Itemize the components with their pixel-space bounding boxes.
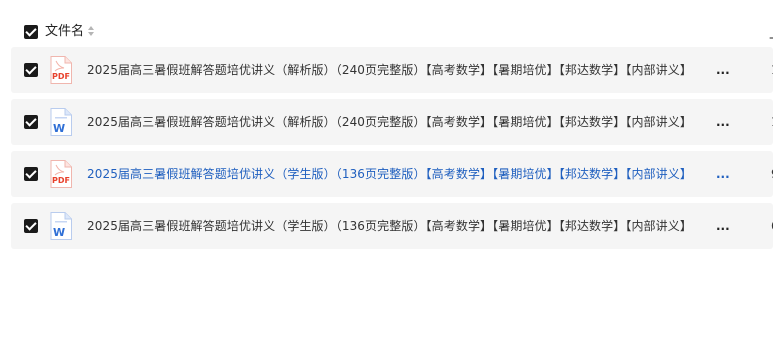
svg-text:PDF: PDF [52,176,70,185]
file-name-ellipsis: ... [716,219,730,233]
file-name-ellipsis: ... [716,63,730,77]
file-name[interactable]: 2025届高三暑假班解答题培优讲义（解析版）（240页完整版）【高考数学】【暑期… [87,61,727,79]
file-name[interactable]: 2025届高三暑假班解答题培优讲义（学生版）（136页完整版）【高考数学】【暑期… [87,165,727,183]
pdf-icon: PDF [50,56,72,84]
row-checkbox[interactable] [24,63,38,77]
pdf-icon: PDF [50,160,72,188]
row-checkbox[interactable] [24,115,38,129]
column-header-filename[interactable]: 文件名 [45,23,84,41]
file-list: 文件名 上 PDF 2025届高三暑假班解答题培优讲义（解析版）（240页完整版… [0,0,773,352]
file-row[interactable]: PDF 2025届高三暑假班解答题培优讲义（解析版）（240页完整版）【高考数学… [11,47,773,93]
svg-text:W: W [53,226,65,239]
file-row[interactable]: PDF 2025届高三暑假班解答题培优讲义（学生版）（136页完整版）【高考数学… [11,151,773,197]
file-name-ellipsis: ... [716,167,730,181]
list-header: 文件名 上 [0,18,773,46]
column-header-next[interactable]: 上 [769,23,773,42]
sort-icon[interactable] [88,26,95,38]
select-all-checkbox[interactable] [24,25,38,39]
file-row[interactable]: W 2025届高三暑假班解答题培优讲义（解析版）（240页完整版）【高考数学】【… [11,99,773,145]
file-row[interactable]: W 2025届高三暑假班解答题培优讲义（学生版）（136页完整版）【高考数学】【… [11,203,773,249]
row-checkbox[interactable] [24,167,38,181]
file-name-ellipsis: ... [716,115,730,129]
file-name[interactable]: 2025届高三暑假班解答题培优讲义（解析版）（240页完整版）【高考数学】【暑期… [87,113,727,131]
svg-text:PDF: PDF [52,72,70,81]
word-icon: W [50,212,72,240]
row-checkbox[interactable] [24,219,38,233]
svg-text:W: W [53,122,65,135]
word-icon: W [50,108,72,136]
file-name[interactable]: 2025届高三暑假班解答题培优讲义（学生版）（136页完整版）【高考数学】【暑期… [87,217,727,235]
